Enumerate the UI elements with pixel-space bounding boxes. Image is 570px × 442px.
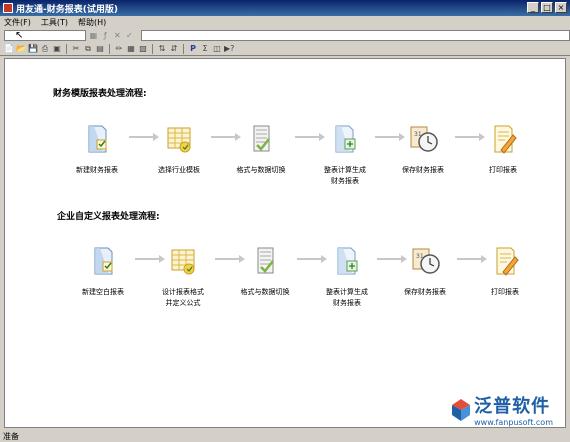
new-blank-report-icon [94, 247, 113, 275]
sort-asc-icon[interactable]: ⇅ [157, 44, 167, 54]
step-design-format[interactable]: 设计报表格式 并定义公式 [143, 245, 223, 309]
toolbar-separator [183, 43, 184, 54]
step-label: 打印报表 [489, 166, 517, 174]
step-label: 新建空白报表 [82, 288, 124, 296]
sigma-icon[interactable]: Σ [200, 44, 210, 54]
app-icon [3, 3, 13, 13]
industry-template-icon [167, 127, 191, 153]
step-save-2[interactable]: 31 保存财务报表 [385, 245, 465, 298]
step-format-switch-2[interactable]: 格式与数据切换 [225, 245, 305, 298]
save-icon[interactable]: 💾 [28, 44, 38, 54]
minimize-button[interactable]: _ [527, 2, 539, 13]
watermark-logo: 泛普软件 www.fanpusoft.com [448, 392, 553, 427]
preview-icon[interactable]: ▣ [52, 44, 62, 54]
p-icon[interactable]: P [188, 44, 198, 54]
step-calculate-2[interactable]: 整表计算生成 财务报表 [307, 245, 387, 309]
function-icon[interactable]: ▦ [89, 31, 98, 40]
paste-icon[interactable]: ▤ [95, 44, 105, 54]
status-text: 准备 [3, 431, 19, 441]
open-folder-icon[interactable]: 📂 [16, 44, 26, 54]
step-label: 选择行业模板 [158, 166, 200, 174]
calculate-report-icon [335, 125, 356, 153]
step-label: 整表计算生成 财务报表 [324, 166, 366, 185]
step-print-2[interactable]: 打印报表 [465, 245, 545, 298]
cut-icon[interactable]: ✂ [71, 44, 81, 54]
maximize-button[interactable]: □ [541, 2, 553, 13]
toolbar-separator [109, 43, 110, 54]
print-report-icon [496, 247, 519, 276]
design-format-icon [171, 249, 195, 275]
step-calculate[interactable]: 整表计算生成 财务报表 [305, 123, 385, 187]
step-label: 格式与数据切换 [236, 166, 286, 174]
workflow2-title: 企业自定义报表处理流程: [57, 212, 160, 222]
menu-bar: 文件(F) 工具(T) 帮助(H) [0, 16, 570, 28]
confirm-icon[interactable]: ✓ [125, 31, 134, 40]
step-label: 打印报表 [491, 288, 519, 296]
step-new-blank-report[interactable]: 新建空白报表 [63, 245, 143, 298]
new-file-icon[interactable]: 📄 [4, 44, 14, 54]
menu-help[interactable]: 帮助(H) [78, 17, 106, 28]
chart-icon[interactable]: ◫ [212, 44, 222, 54]
sort-desc-icon[interactable]: ⇵ [169, 44, 179, 54]
window-controls: _ □ × [527, 2, 567, 13]
step-save[interactable]: 31 保存财务报表 [383, 123, 463, 176]
toolbar-separator [152, 43, 153, 54]
format-icon[interactable]: ✏ [114, 44, 124, 54]
cell-reference-box[interactable]: ↖ [4, 29, 86, 41]
step-label: 保存财务报表 [402, 166, 444, 174]
formula-icon[interactable]: ƒ [101, 31, 110, 40]
step-label: 保存财务报表 [404, 288, 446, 296]
cancel-icon[interactable]: ✕ [113, 31, 122, 40]
menu-tools[interactable]: 工具(T) [41, 17, 68, 28]
step-print[interactable]: 打印报表 [463, 123, 543, 176]
help-pointer-icon[interactable]: ▶? [224, 44, 234, 54]
window-title: 用友通-财务报表(试用版) [16, 4, 118, 15]
fanpu-logo-icon [452, 398, 471, 421]
print-report-icon [494, 125, 517, 154]
close-button[interactable]: × [555, 2, 567, 13]
step-label: 新建财务报表 [76, 166, 118, 174]
save-report-icon: 31 [412, 248, 440, 274]
delete-icon[interactable]: ▧ [138, 44, 148, 54]
step-label: 整表计算生成 财务报表 [326, 288, 368, 307]
copy-icon[interactable]: ⧉ [83, 44, 93, 54]
insert-icon[interactable]: ▦ [126, 44, 136, 54]
format-data-switch-icon [257, 247, 274, 274]
formula-input[interactable] [140, 29, 570, 41]
format-data-switch-icon [253, 125, 270, 152]
step-new-report[interactable]: 新建财务报表 [57, 123, 137, 176]
formula-toolbar: ↖ ▦ ƒ ✕ ✓ [0, 28, 570, 42]
step-label: 设计报表格式 并定义公式 [162, 288, 204, 307]
watermark-url: www.fanpusoft.com [474, 418, 553, 427]
mouse-cursor-icon: ↖ [15, 29, 24, 41]
step-industry-template[interactable]: 选择行业模板 [139, 123, 219, 176]
toolbar-separator [66, 43, 67, 54]
workflow1-title: 财务模版报表处理流程: [53, 89, 147, 99]
title-bar: 用友通-财务报表(试用版) _ □ × [0, 0, 570, 16]
watermark-name: 泛普软件 [474, 396, 551, 417]
print-icon[interactable]: ⎙ [40, 44, 50, 54]
step-label: 格式与数据切换 [240, 288, 290, 296]
save-report-icon: 31 [410, 126, 438, 152]
new-report-icon [88, 125, 107, 153]
report-canvas: 财务模版报表处理流程: 新建财务报表 选择行业模板 格式与数据切换 整表计算生成… [4, 58, 566, 428]
calculate-report-icon [337, 247, 358, 275]
menu-file[interactable]: 文件(F) [4, 17, 31, 28]
status-bar: 准备 [0, 430, 570, 442]
step-format-switch[interactable]: 格式与数据切换 [221, 123, 301, 176]
standard-toolbar: 📄 📂 💾 ⎙ ▣ ✂ ⧉ ▤ ✏ ▦ ▧ ⇅ ⇵ P Σ ◫ ▶? [0, 42, 570, 56]
